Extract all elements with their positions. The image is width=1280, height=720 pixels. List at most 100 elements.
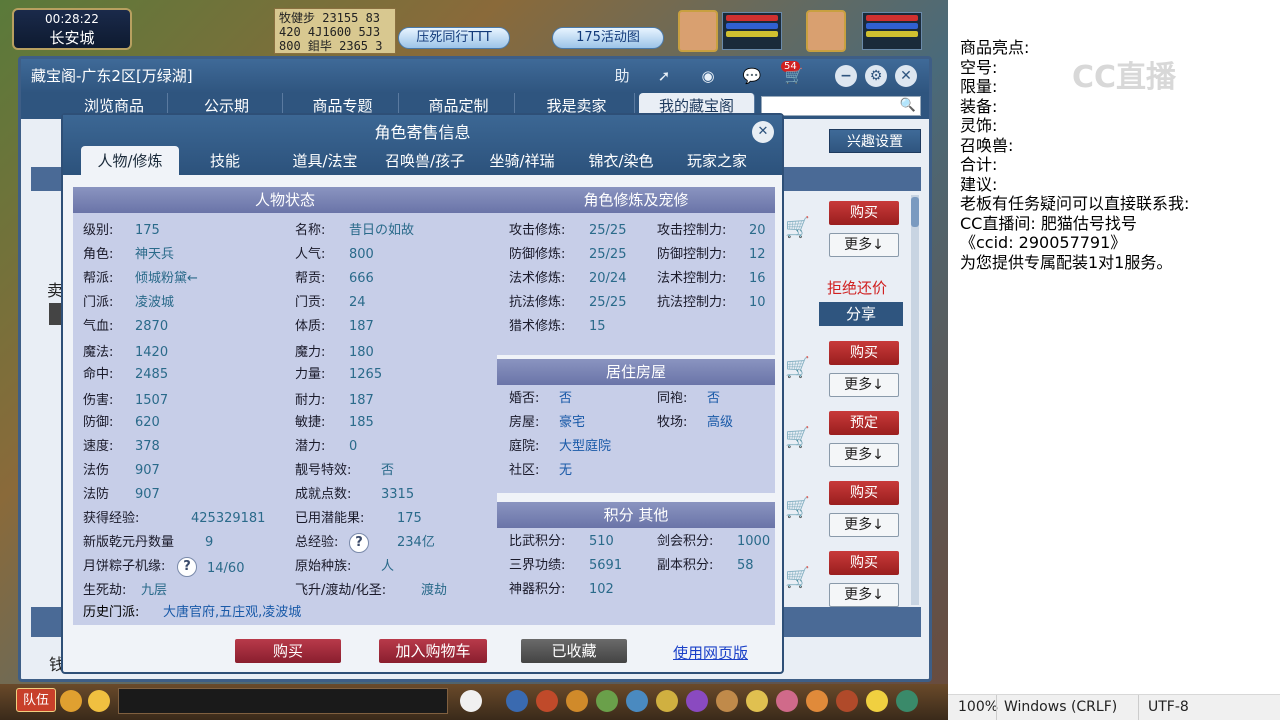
tab-outfits[interactable]: 锦衣/染色 bbox=[573, 146, 669, 176]
add-to-cart-button[interactable]: 加入购物车 bbox=[379, 639, 487, 663]
search-icon[interactable]: 🔍 bbox=[900, 98, 916, 113]
bell-icon[interactable] bbox=[746, 690, 768, 712]
stat-label: 总经验: bbox=[295, 535, 339, 550]
tab-summons[interactable]: 召唤兽/孩子 bbox=[375, 146, 475, 176]
pet-avatar[interactable] bbox=[678, 10, 718, 52]
tab-mounts[interactable]: 坐骑/祥瑞 bbox=[477, 146, 567, 176]
dialog-close-icon[interactable]: ✕ bbox=[752, 121, 774, 143]
trade-icon[interactable] bbox=[596, 690, 618, 712]
status-panel: 人物状态 级别: 175 角色: 神天兵 帮派: 倾城粉黛← 门派: 凌波城 气… bbox=[73, 187, 497, 625]
player-status-bars bbox=[862, 12, 922, 50]
team-icon[interactable] bbox=[626, 690, 648, 712]
message-icon[interactable]: 💬 bbox=[741, 65, 763, 87]
add-cart-icon[interactable]: 🛒 bbox=[785, 495, 813, 521]
add-cart-icon[interactable]: 🛒 bbox=[785, 565, 813, 591]
buy-button[interactable]: 购买 bbox=[235, 639, 341, 663]
web-version-link[interactable]: 使用网页版 bbox=[673, 642, 748, 663]
note-line: 空号: bbox=[960, 57, 998, 77]
stat-row: 力量: bbox=[295, 365, 325, 385]
note-line: 建议: bbox=[960, 174, 998, 194]
stat-value: 2485 bbox=[135, 367, 169, 382]
interest-settings-button[interactable]: 兴趣设置 bbox=[829, 129, 921, 153]
microphone-icon[interactable] bbox=[60, 690, 82, 712]
stat-row: 人气: bbox=[295, 245, 325, 265]
list-scrollbar[interactable] bbox=[911, 195, 919, 605]
more-button[interactable]: 更多↓ bbox=[829, 443, 899, 467]
handshake-icon[interactable] bbox=[836, 690, 858, 712]
tab-character[interactable]: 人物/修炼 bbox=[81, 146, 179, 176]
house-label: 庭院: bbox=[509, 439, 540, 454]
emoji-icon[interactable] bbox=[88, 690, 110, 712]
cult-value: 25/25 bbox=[589, 223, 627, 238]
share-arrow-icon[interactable]: ➚ bbox=[653, 65, 675, 87]
system-icon[interactable] bbox=[896, 690, 918, 712]
tab-home[interactable]: 玩家之家 bbox=[675, 146, 759, 176]
add-cart-icon[interactable]: 🛒 bbox=[785, 425, 813, 451]
player-avatar[interactable] bbox=[806, 10, 846, 52]
question-mark-icon[interactable]: ? bbox=[177, 557, 197, 577]
house-label: 婚否: bbox=[509, 391, 540, 406]
cult-value: 12 bbox=[749, 247, 766, 262]
more-button[interactable]: 更多↓ bbox=[829, 583, 899, 607]
stat-row: 获得经验: bbox=[83, 509, 139, 529]
reserve-button[interactable]: 预定 bbox=[829, 411, 899, 435]
activity-button[interactable]: 175活动图 bbox=[552, 27, 664, 49]
stat-row: 体质: bbox=[295, 317, 325, 337]
pet-icon[interactable] bbox=[460, 690, 482, 712]
cart-icon[interactable]: 🛒 bbox=[783, 65, 805, 87]
stat-value: 907 bbox=[135, 463, 160, 478]
buy-button[interactable]: 购买 bbox=[829, 201, 899, 225]
stat-row: 命中: bbox=[83, 365, 113, 385]
tab-items[interactable]: 道具/法宝 bbox=[277, 146, 373, 176]
give-icon[interactable] bbox=[566, 690, 588, 712]
shop-icon[interactable] bbox=[806, 690, 828, 712]
attack-icon[interactable] bbox=[506, 690, 528, 712]
house-label: 同袍: bbox=[657, 391, 688, 406]
stat-row: 生死劫: bbox=[83, 581, 126, 601]
stat-row: 门贡: bbox=[295, 293, 325, 313]
stat-value: 否 bbox=[381, 463, 395, 478]
stat-row: 月饼粽子机缘: bbox=[83, 557, 165, 577]
guild-icon[interactable] bbox=[686, 690, 708, 712]
notepad-text[interactable]: 商品亮点: 空号: 限量: 装备: 灵饰: 召唤兽: 合计: 建议: 老板有任务疑问可以直接联系… bbox=[960, 38, 1189, 272]
buy-button[interactable]: 购买 bbox=[829, 551, 899, 575]
item-icon[interactable] bbox=[536, 690, 558, 712]
more-button[interactable]: 更多↓ bbox=[829, 373, 899, 397]
tab-skills[interactable]: 技能 bbox=[189, 146, 261, 176]
role-sale-dialog: 角色寄售信息 ✕ 人物/修炼 技能 道具/法宝 召唤兽/孩子 坐骑/祥瑞 锦衣/… bbox=[61, 113, 784, 674]
scrollbar-thumb[interactable] bbox=[911, 197, 919, 227]
points-label: 三界功绩: bbox=[509, 558, 566, 573]
close-icon[interactable]: ✕ bbox=[895, 65, 917, 87]
more-button[interactable]: 更多↓ bbox=[829, 233, 899, 257]
buy-button[interactable]: 购买 bbox=[829, 341, 899, 365]
settings-gear-icon[interactable]: ⚙ bbox=[865, 65, 887, 87]
stop-icon[interactable]: ◉ bbox=[697, 65, 719, 87]
add-cart-icon[interactable]: 🛒 bbox=[785, 355, 813, 381]
more-button[interactable]: 更多↓ bbox=[829, 513, 899, 537]
event-button[interactable]: 压死同行TTT bbox=[398, 27, 510, 49]
team-button[interactable]: 队伍 bbox=[16, 688, 56, 712]
stat-value: 234亿 bbox=[397, 535, 435, 550]
stat-value: 187 bbox=[349, 319, 374, 334]
help-question-icon[interactable]: ? bbox=[177, 557, 197, 577]
pet-skill-icon[interactable] bbox=[656, 690, 678, 712]
chat-input[interactable] bbox=[118, 688, 448, 714]
stat-row: 靓号特效: bbox=[295, 461, 351, 481]
add-cart-icon[interactable]: 🛒 bbox=[785, 215, 813, 241]
points-label: 比武积分: bbox=[509, 534, 566, 549]
search-input[interactable]: 🔍 bbox=[761, 96, 921, 116]
friends-icon[interactable] bbox=[776, 690, 798, 712]
favorited-button[interactable]: 已收藏 bbox=[521, 639, 627, 663]
stat-label: 法防 bbox=[83, 487, 110, 502]
smile-icon[interactable] bbox=[866, 690, 888, 712]
stat-value: 1507 bbox=[135, 393, 169, 408]
help-question-icon[interactable]: ? bbox=[349, 533, 369, 553]
buy-button[interactable]: 购买 bbox=[829, 481, 899, 505]
help-button[interactable]: 助 bbox=[611, 65, 633, 87]
minimize-icon[interactable]: − bbox=[835, 65, 857, 87]
stat-label: 帮派: bbox=[83, 271, 114, 286]
share-button[interactable]: 分享 bbox=[819, 302, 903, 326]
question-mark-icon[interactable]: ? bbox=[349, 533, 369, 553]
quest-icon[interactable] bbox=[716, 690, 738, 712]
points-value: 5691 bbox=[589, 558, 623, 573]
